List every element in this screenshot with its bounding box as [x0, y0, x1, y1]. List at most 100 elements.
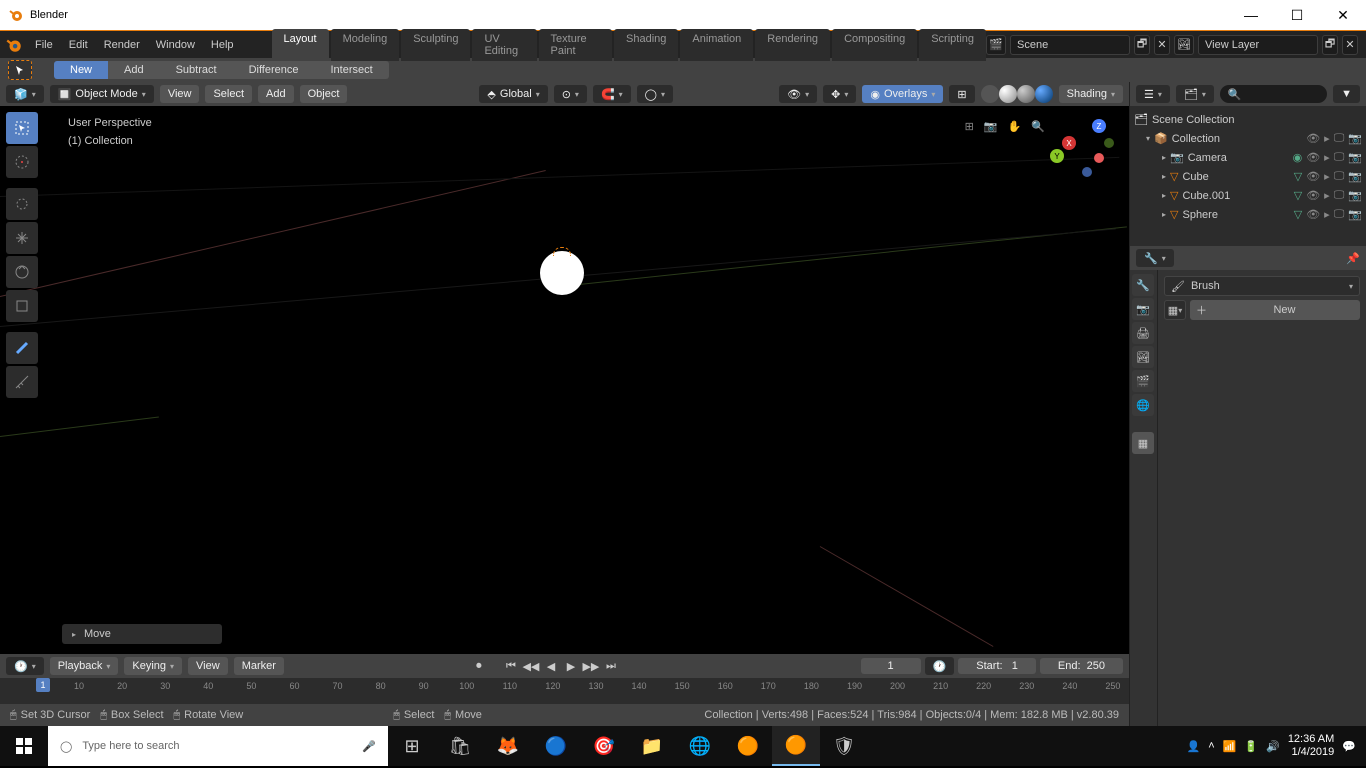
operator-panel[interactable]: ▸Move — [62, 624, 222, 644]
cursor-tool[interactable] — [6, 146, 38, 178]
maximize-button[interactable]: ☐ — [1274, 0, 1320, 30]
mode-selector[interactable]: 🔲 Object Mode ▾ — [50, 85, 154, 103]
taskview-icon[interactable]: ⊞ — [388, 726, 436, 766]
measure-tool[interactable] — [6, 366, 38, 398]
app-blue-icon[interactable]: 🔵 — [532, 726, 580, 766]
xray-icon[interactable]: ⊞ — [949, 85, 974, 103]
tray-clock[interactable]: 12:36 AM 1/4/2019 — [1288, 733, 1334, 759]
menu-help[interactable]: Help — [203, 39, 242, 51]
select-box-tool[interactable] — [6, 112, 38, 144]
snap-icon[interactable]: 🧲▾ — [593, 85, 631, 103]
viewlayer-browse[interactable]: 🏞 — [1174, 35, 1194, 55]
scene-new[interactable]: 🗗 — [1134, 35, 1150, 55]
clock-icon[interactable]: 🕐 — [925, 657, 955, 675]
scene-browse[interactable]: 🎬 — [986, 35, 1006, 55]
timeline-ruler[interactable]: 1 10203040506070809010011012013014015016… — [0, 678, 1129, 704]
mic-icon[interactable]: 🎤 — [362, 740, 376, 753]
tab-compositing[interactable]: Compositing — [832, 29, 917, 61]
pivot-icon[interactable]: ⊙▾ — [554, 85, 587, 103]
tl-playback[interactable]: Playback ▾ — [50, 657, 119, 675]
viewlayer-field[interactable]: View Layer — [1198, 35, 1318, 55]
proptab-tool[interactable]: 🔧 — [1132, 274, 1154, 296]
rotate-tool[interactable] — [6, 222, 38, 254]
people-icon[interactable]: 👤 — [1187, 740, 1201, 753]
tab-modeling[interactable]: Modeling — [331, 29, 400, 61]
shading-modes[interactable] — [981, 85, 1053, 103]
pin-icon[interactable]: 📌 — [1346, 252, 1360, 265]
hdr-add[interactable]: Add — [258, 85, 294, 103]
jump-start-icon[interactable]: ⏮ — [502, 657, 520, 675]
props-type-icon[interactable]: 🔧▾ — [1136, 249, 1174, 267]
shading-dropdown[interactable]: Shading ▾ — [1059, 85, 1123, 103]
outliner-sphere[interactable]: ▸▽Sphere▽ 👁▸🖵📷 — [1130, 205, 1366, 224]
tab-scripting[interactable]: Scripting — [919, 29, 986, 61]
end-frame[interactable]: End: 250 — [1040, 658, 1123, 674]
osu-icon[interactable]: 🎯 — [580, 726, 628, 766]
proptab-viewlayer[interactable]: 🏞 — [1132, 346, 1154, 368]
proptab-scene[interactable]: 🎬 — [1132, 370, 1154, 392]
outliner[interactable]: 🗂Scene Collection ▾📦Collection 👁▸🖵📷 ▸📷Ca… — [1130, 106, 1366, 246]
scene-field[interactable]: Scene — [1010, 35, 1130, 55]
tl-keying[interactable]: Keying ▾ — [124, 657, 182, 675]
outliner-search[interactable]: 🔍 — [1220, 85, 1327, 103]
tab-texturepaint[interactable]: Texture Paint — [539, 29, 612, 61]
outliner-display-icon[interactable]: 🗂▾ — [1176, 85, 1214, 103]
proptab-texture[interactable]: ▦ — [1132, 432, 1154, 454]
outliner-type-icon[interactable]: ☰▾ — [1136, 85, 1170, 103]
camera-icon[interactable]: 📷 — [984, 120, 998, 133]
play-icon[interactable]: ▶ — [562, 657, 580, 675]
notifications-icon[interactable]: 💬 — [1342, 740, 1356, 753]
sphere-object[interactable] — [540, 251, 584, 295]
tab-shading[interactable]: Shading — [614, 29, 678, 61]
timeline-editor-icon[interactable]: 🕐▾ — [6, 657, 44, 675]
blender-task-2[interactable]: 🟠 — [772, 726, 820, 766]
outliner-collection[interactable]: ▾📦Collection 👁▸🖵📷 — [1130, 129, 1366, 148]
hdr-object[interactable]: Object — [300, 85, 348, 103]
outliner-camera[interactable]: ▸📷Camera◉ 👁▸🖵📷 — [1130, 148, 1366, 167]
tab-uvediting[interactable]: UV Editing — [472, 29, 536, 61]
start-frame[interactable]: Start: 1 — [958, 658, 1036, 674]
viewlayer-new[interactable]: 🗗 — [1322, 35, 1338, 55]
tab-animation[interactable]: Animation — [680, 29, 753, 61]
battery-icon[interactable]: 🔋 — [1244, 740, 1258, 753]
menu-edit[interactable]: Edit — [61, 39, 96, 51]
transform-tool[interactable] — [6, 290, 38, 322]
booltab-intersect[interactable]: Intersect — [315, 61, 389, 79]
visibility-icon[interactable]: 👁▾ — [779, 85, 817, 103]
tab-layout[interactable]: Layout — [272, 29, 329, 61]
texture-icon[interactable]: ▦▾ — [1164, 300, 1186, 320]
outliner-cube[interactable]: ▸▽Cube▽ 👁▸🖵📷 — [1130, 167, 1366, 186]
brush-selector[interactable]: 🖌 Brush ▾ — [1164, 276, 1360, 296]
menu-file[interactable]: File — [27, 39, 61, 51]
booltab-new[interactable]: New — [54, 61, 108, 79]
orientation-selector[interactable]: ⬘ Global ▾ — [479, 85, 547, 103]
hdr-select[interactable]: Select — [205, 85, 252, 103]
tab-sculpting[interactable]: Sculpting — [401, 29, 470, 61]
booltab-difference[interactable]: Difference — [233, 61, 315, 79]
minimize-button[interactable]: — — [1228, 0, 1274, 30]
move-tool[interactable] — [6, 188, 38, 220]
tl-marker[interactable]: Marker — [234, 657, 284, 675]
current-frame[interactable]: 1 — [861, 658, 921, 674]
booltab-subtract[interactable]: Subtract — [160, 61, 233, 79]
proptab-render[interactable]: 📷 — [1132, 298, 1154, 320]
wifi-icon[interactable]: 📶 — [1223, 740, 1237, 753]
tray-chevron-icon[interactable]: ˄ — [1208, 740, 1214, 752]
scene-delete[interactable]: ✕ — [1154, 35, 1170, 55]
keyframe-prev-icon[interactable]: ◀◀ — [522, 657, 540, 675]
play-reverse-icon[interactable]: ◀ — [542, 657, 560, 675]
blender-icon[interactable] — [0, 33, 27, 57]
editor-type-icon[interactable]: 🧊▾ — [6, 85, 44, 103]
autokey-icon[interactable]: ⏺ — [470, 657, 488, 675]
outliner-filter-icon[interactable]: ▼ — [1333, 85, 1360, 103]
nav-gizmo[interactable]: Z X Y — [1049, 116, 1119, 186]
taskbar-search[interactable]: ◯ Type here to search 🎤 — [48, 726, 388, 766]
overlays-toggle[interactable]: ◉ Overlays ▾ — [862, 85, 943, 103]
zoom-icon[interactable]: 🔍 — [1031, 120, 1045, 133]
outliner-cube001[interactable]: ▸▽Cube.001▽ 👁▸🖵📷 — [1130, 186, 1366, 205]
start-button[interactable] — [0, 726, 48, 766]
store-icon[interactable]: 🛍 — [436, 726, 484, 766]
hdr-view[interactable]: View — [160, 85, 200, 103]
security-icon[interactable]: 🛡 — [820, 726, 868, 766]
gizmo-toggle-icon[interactable]: ✥▾ — [823, 85, 856, 103]
